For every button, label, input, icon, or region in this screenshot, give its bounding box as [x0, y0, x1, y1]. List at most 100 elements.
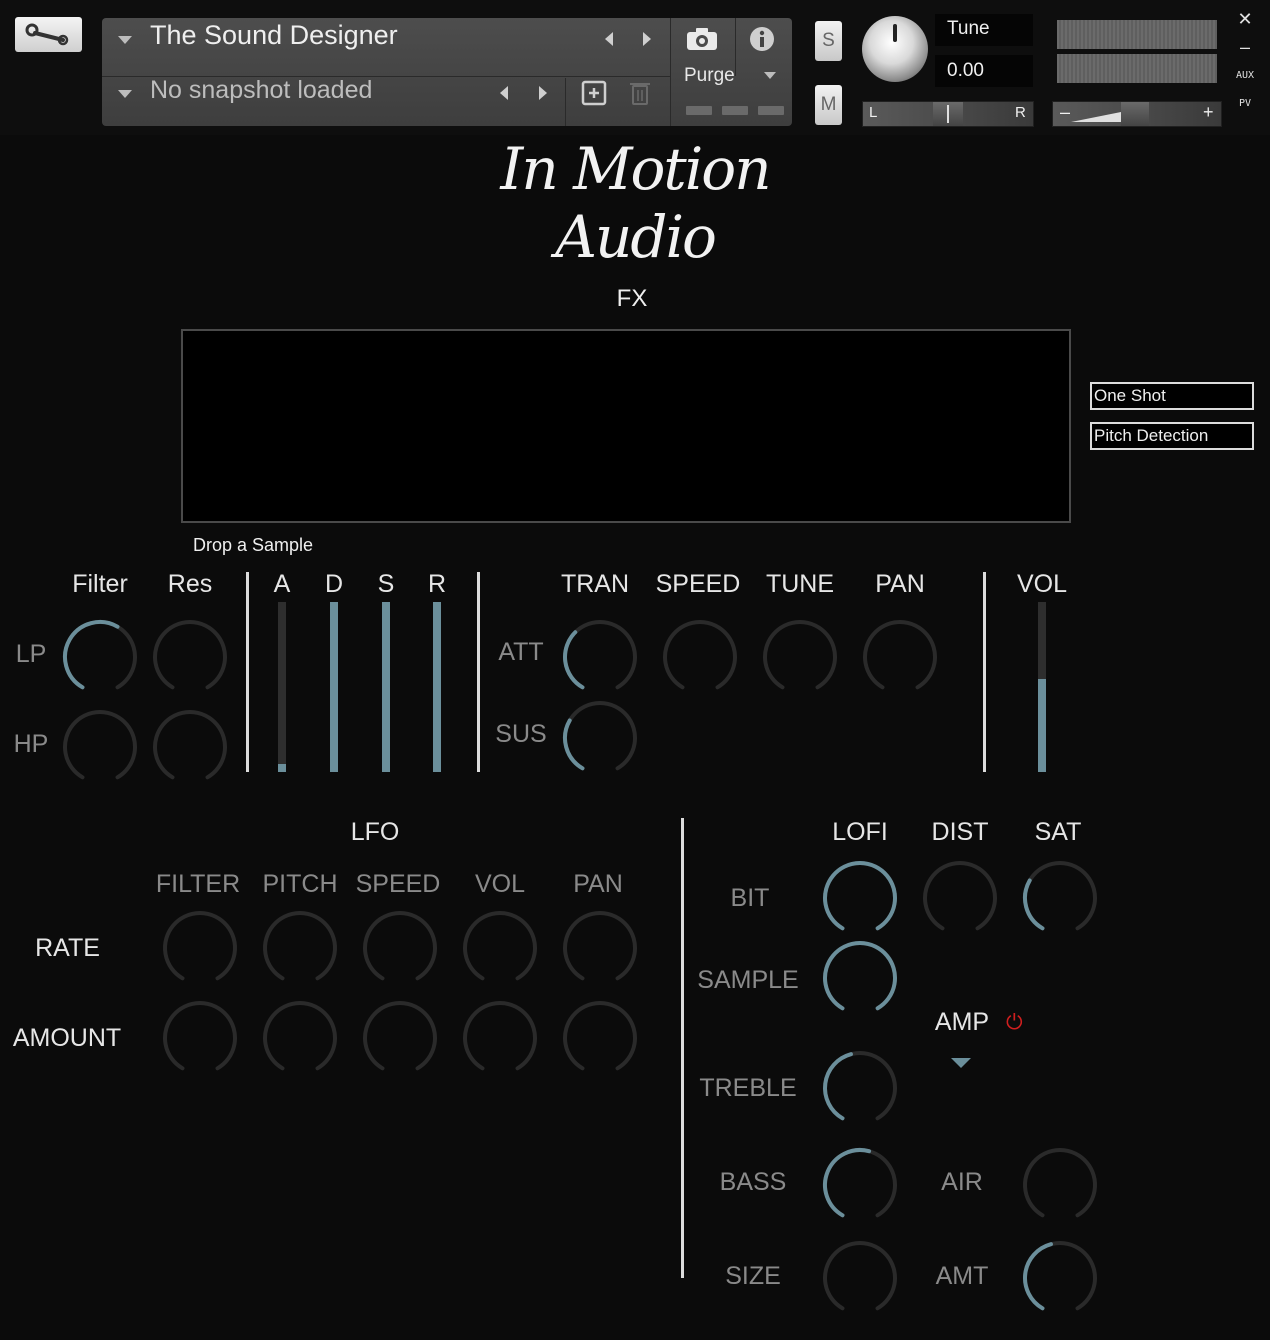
drop-sample-label: Drop a Sample — [193, 535, 314, 555]
lp-label: LP — [15, 640, 47, 668]
lfo-amount-filter-knob[interactable] — [160, 998, 240, 1078]
knob-track — [763, 620, 837, 690]
save-snapshot-icon[interactable] — [581, 80, 607, 106]
close-icon[interactable]: ✕ — [1232, 9, 1258, 30]
dist-label: DIST — [931, 818, 989, 846]
pan-slider-handle[interactable] — [933, 102, 963, 126]
knob-value-arc — [823, 861, 897, 931]
att-tran-knob[interactable] — [560, 617, 640, 697]
air-knob[interactable] — [1020, 1145, 1100, 1225]
purge-dropdown-arrow-icon[interactable] — [764, 72, 776, 79]
next-instrument-icon[interactable] — [643, 32, 651, 46]
lfo-amount-pan-knob[interactable] — [560, 998, 640, 1078]
pan-center-mark — [947, 105, 949, 123]
decay-fader-fill — [330, 602, 338, 772]
lfo-rate-pitch-knob[interactable] — [260, 908, 340, 988]
hp-filter-knob[interactable] — [60, 707, 140, 787]
output-meter-segment — [758, 106, 784, 115]
knob-track — [153, 710, 227, 780]
knob-track — [153, 620, 227, 690]
treble-knob[interactable] — [820, 1048, 900, 1128]
prev-snapshot-icon[interactable] — [500, 86, 508, 100]
decay-fader[interactable] — [330, 602, 338, 772]
sat-label: SAT — [1034, 818, 1082, 846]
tune-knob[interactable] — [862, 16, 928, 82]
attack-fader[interactable] — [278, 602, 286, 772]
lfo-rate-filter-knob[interactable] — [160, 908, 240, 988]
instrument-name: The Sound Designer — [150, 20, 398, 50]
prev-instrument-icon[interactable] — [605, 32, 613, 46]
lfo-amount-vol-knob[interactable] — [460, 998, 540, 1078]
snapshot-dropdown-arrow-icon[interactable] — [118, 90, 132, 98]
aux-button[interactable]: AUX — [1232, 70, 1258, 81]
sat-knob[interactable] — [1020, 858, 1100, 938]
volume-fader[interactable] — [1038, 602, 1046, 772]
amp-power-icon[interactable]: ⏻ — [1006, 1010, 1023, 1035]
solo-button[interactable]: S — [815, 21, 842, 61]
amt-knob[interactable] — [1020, 1238, 1100, 1318]
next-snapshot-icon[interactable] — [539, 86, 547, 100]
sus-tran-knob[interactable] — [560, 698, 640, 778]
lfo-amount-speed-knob[interactable] — [360, 998, 440, 1078]
sample-label: SAMPLE — [697, 966, 799, 994]
pan-slider[interactable]: L R — [862, 101, 1034, 127]
camera-icon[interactable] — [686, 27, 718, 51]
knob-track — [363, 1001, 437, 1071]
bass-knob[interactable] — [820, 1145, 900, 1225]
sample-drop-zone[interactable] — [181, 329, 1071, 523]
att-tune-knob[interactable] — [760, 617, 840, 697]
info-icon[interactable] — [749, 26, 775, 52]
sus-label: SUS — [495, 720, 547, 748]
knob-track — [563, 701, 637, 771]
pv-button[interactable]: PV — [1232, 98, 1258, 109]
fx-title: FX — [616, 285, 648, 312]
air-label: AIR — [941, 1168, 983, 1196]
att-speed-knob[interactable] — [660, 617, 740, 697]
tune-value[interactable]: 0.00 — [947, 60, 984, 82]
delete-snapshot-icon[interactable] — [629, 80, 651, 106]
lofi-sample-knob[interactable] — [820, 938, 900, 1018]
lfo-rate-vol-knob[interactable] — [460, 908, 540, 988]
dist-knob[interactable] — [920, 858, 1000, 938]
knob-track — [163, 911, 237, 981]
lp-res-knob[interactable] — [150, 617, 230, 697]
hp-res-knob[interactable] — [150, 707, 230, 787]
lfo-col-pan: PAN — [573, 870, 623, 898]
pitch-detection-button[interactable]: Pitch Detection — [1090, 422, 1254, 450]
vol-label: VOL — [1016, 570, 1068, 598]
section-divider — [246, 572, 249, 772]
settings-wrench-button[interactable] — [15, 17, 82, 52]
volume-minus-label: – — [1060, 102, 1071, 122]
volume-slider[interactable]: – + — [1052, 101, 1222, 127]
treble-label: TREBLE — [699, 1074, 797, 1102]
lfo-amount-pitch-knob[interactable] — [260, 998, 340, 1078]
one-shot-button[interactable]: One Shot — [1090, 382, 1254, 410]
instrument-dropdown-arrow-icon[interactable] — [118, 36, 132, 44]
lfo-col-filter: FILTER — [155, 870, 241, 898]
level-meter-left — [1057, 20, 1217, 49]
hp-label: HP — [13, 730, 49, 758]
mute-button[interactable]: M — [815, 85, 842, 125]
release-fader[interactable] — [433, 602, 441, 772]
amp-dropdown-arrow-icon[interactable] — [951, 1058, 971, 1068]
purge-menu-label[interactable]: Purge — [684, 65, 735, 87]
lofi-bit-knob[interactable] — [820, 858, 900, 938]
lfo-rate-pan-knob[interactable] — [560, 908, 640, 988]
knob-track — [923, 861, 997, 931]
bass-label: BASS — [719, 1168, 787, 1196]
output-meter-segment — [686, 106, 712, 115]
panel-divider — [565, 78, 566, 126]
panel-divider — [735, 18, 736, 76]
lp-filter-knob[interactable] — [60, 617, 140, 697]
sustain-fader[interactable] — [382, 602, 390, 772]
attack-fader-fill — [278, 763, 286, 772]
minimize-icon[interactable]: – — [1232, 37, 1258, 58]
lfo-rate-speed-knob[interactable] — [360, 908, 440, 988]
knob-value-arc — [1023, 1242, 1053, 1311]
volume-slider-handle[interactable] — [1121, 102, 1149, 126]
instrument-header: The Sound Designer No snapshot loaded Pu… — [0, 0, 1270, 135]
tune-label: TUNE — [765, 570, 835, 598]
size-knob[interactable] — [820, 1238, 900, 1318]
pan-right-label: R — [1015, 104, 1026, 121]
att-pan-knob[interactable] — [860, 617, 940, 697]
